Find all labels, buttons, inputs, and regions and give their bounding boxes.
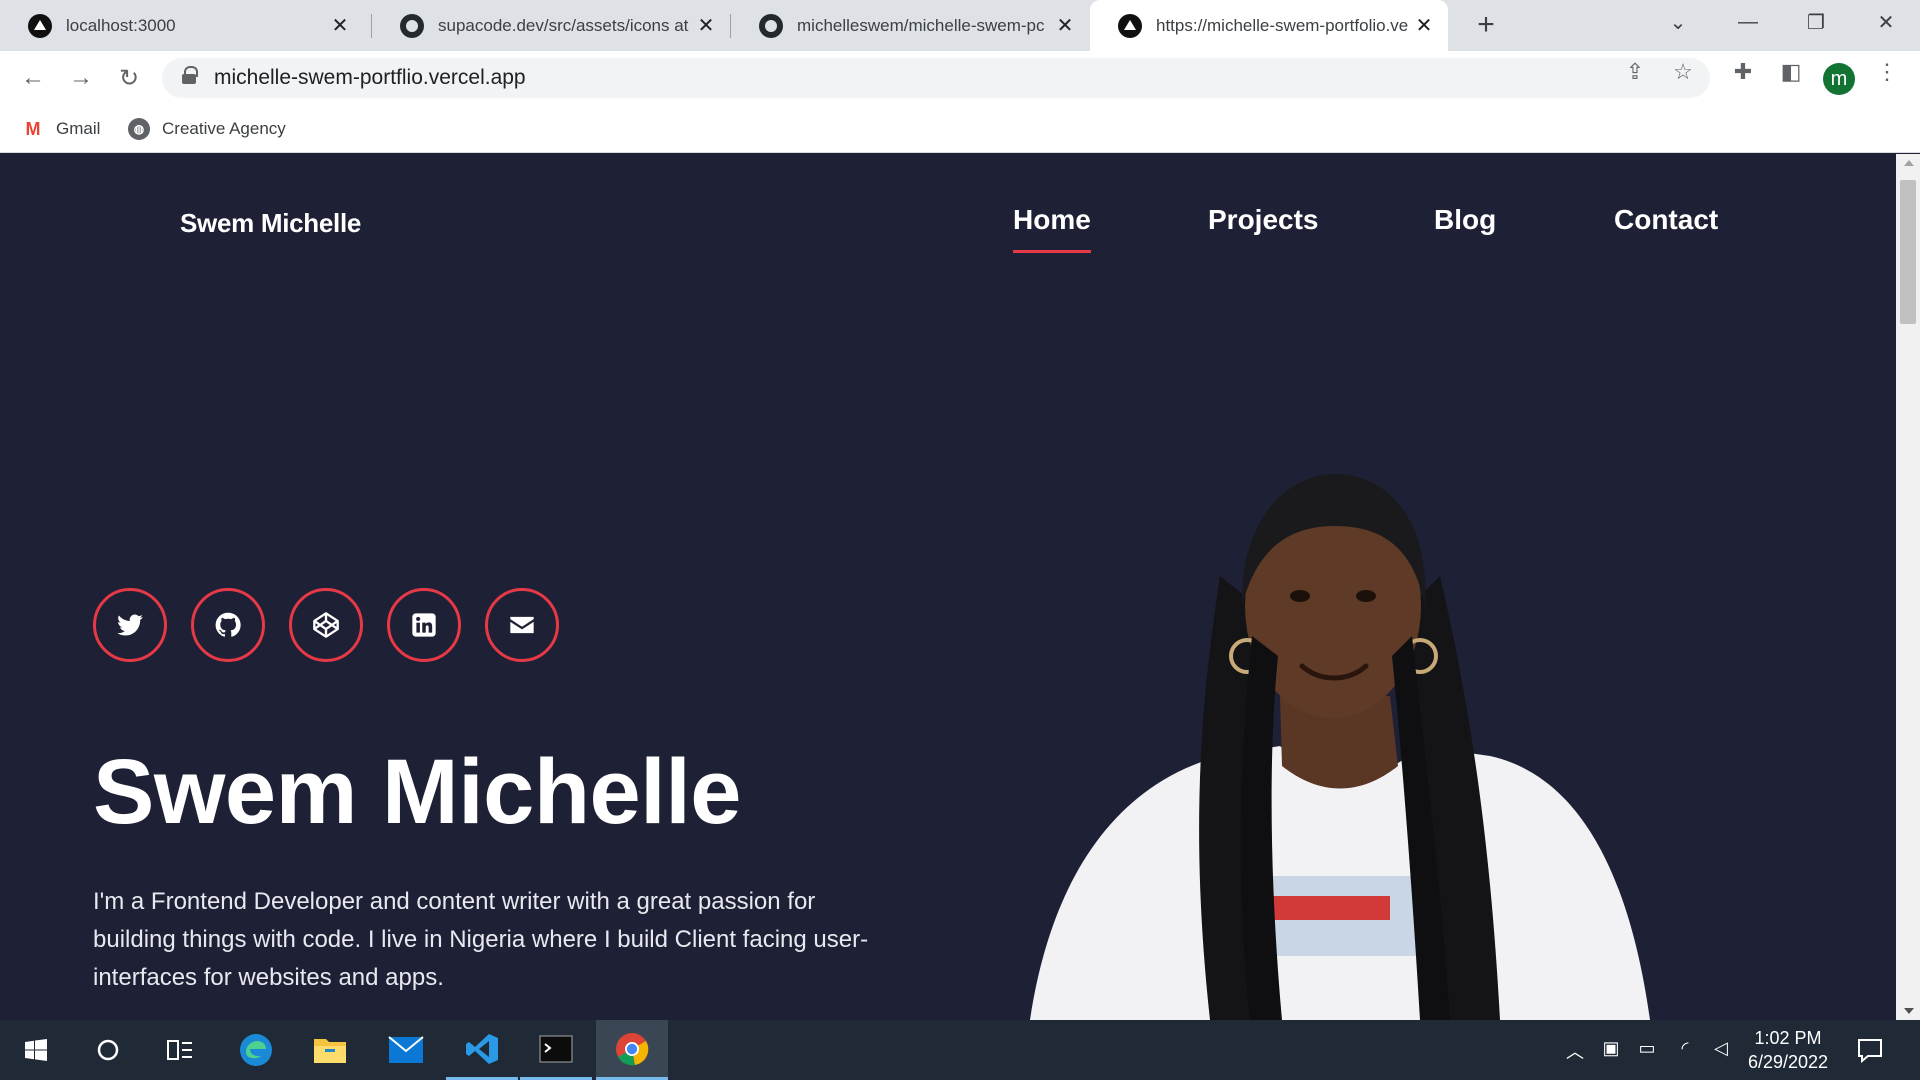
file-explorer-icon [314,1039,346,1063]
github-link[interactable] [191,588,265,662]
page-scrollbar[interactable] [1896,154,1920,1020]
hero-bio: I'm a Frontend Developer and content wri… [93,888,869,991]
gmail-icon: M [25,118,41,139]
edge-icon [240,1034,272,1066]
scroll-up-arrow-icon[interactable] [1904,160,1914,166]
social-links [93,588,559,662]
site-navigation: Home Projects Blog Contact [0,204,1896,253]
window-close-icon[interactable]: ✕ [1858,0,1914,44]
back-arrow-icon[interactable]: ← [16,61,50,95]
scroll-thumb[interactable] [1900,180,1916,324]
chrome-button[interactable] [596,1020,668,1080]
tab-title: https://michelle-swem-portfolio.ve [1156,15,1409,35]
meet-now-icon[interactable]: ▣ [1596,1038,1626,1059]
task-view-icon [167,1040,192,1060]
linkedin-icon [412,613,436,637]
clock-date: 6/29/2022 [1747,1052,1829,1072]
battery-icon[interactable]: ▭ [1632,1038,1662,1059]
twitter-link[interactable] [93,588,167,662]
tab-michelleswem-repo[interactable]: michelleswem/michelle-swem-pc ✕ [731,0,1089,51]
forward-arrow-icon[interactable]: → [64,61,98,95]
vercel-triangle-icon [28,13,52,38]
bookmark-gmail[interactable]: M Gmail [22,115,101,143]
tab-search-chevron-icon[interactable]: ⌄ [1650,0,1706,44]
page-viewport: Swem Michelle Home Projects Blog Contact… [0,154,1896,1020]
close-icon[interactable]: ✕ [1414,13,1434,38]
show-hidden-icons-chevron-icon[interactable]: ︿ [1560,1038,1590,1064]
bookmarks-bar: M Gmail ◍ Creative Agency [0,105,1920,153]
mail-button[interactable] [370,1020,442,1080]
close-icon[interactable]: ✕ [696,13,716,38]
envelope-icon [510,616,534,634]
nav-contact[interactable]: Contact [1614,204,1718,236]
bookmark-label: Gmail [56,119,101,138]
address-bar[interactable]: michelle-swem-portflio.vercel.app [162,58,1710,98]
url-text[interactable]: michelle-swem-portflio.vercel.app [214,66,526,90]
start-button[interactable] [0,1020,72,1080]
wifi-icon[interactable]: ◜ [1670,1038,1700,1059]
bookmark-creative-agency[interactable]: ◍ Creative Agency [128,115,286,143]
task-view-button[interactable] [144,1020,216,1080]
cortana-button[interactable] [72,1020,144,1080]
cortana-icon [97,1039,119,1061]
windows-start-icon [25,1039,47,1061]
share-icon[interactable]: ⇪ [1618,59,1652,85]
nav-home[interactable]: Home [1013,204,1091,253]
github-icon [759,13,783,38]
browser-tab-strip: localhost:3000 ✕ supacode.dev/src/assets… [0,0,1920,51]
new-tab-button[interactable]: + [1468,8,1504,42]
vercel-triangle-icon [1118,13,1142,38]
profile-avatar[interactable]: m [1823,63,1855,95]
globe-icon: ◍ [128,118,150,140]
nav-blog[interactable]: Blog [1434,204,1496,236]
browser-toolbar: ← → ↻ michelle-swem-portflio.vercel.app … [0,51,1920,105]
side-panel-icon[interactable]: ◧ [1774,59,1808,85]
tab-title: localhost:3000 [66,15,176,35]
restore-icon[interactable]: ❐ [1788,0,1844,44]
tab-title: michelleswem/michelle-swem-pc [797,15,1045,35]
codepen-icon [313,612,339,638]
volume-icon[interactable]: ◁ [1706,1038,1736,1059]
terminal-button[interactable] [520,1020,592,1080]
edge-button[interactable] [220,1020,292,1080]
minimize-icon[interactable]: — [1720,0,1776,44]
close-icon[interactable]: ✕ [1055,13,1075,38]
twitter-icon [117,614,143,636]
close-icon[interactable]: ✕ [330,13,350,38]
email-link[interactable] [485,588,559,662]
bookmark-star-icon[interactable]: ☆ [1666,59,1700,85]
reload-icon[interactable]: ↻ [112,61,146,95]
codepen-link[interactable] [289,588,363,662]
tab-title: supacode.dev/src/assets/icons at [438,15,689,35]
notification-center-icon[interactable] [1856,1036,1884,1064]
chrome-icon [616,1032,649,1065]
terminal-icon [539,1035,573,1062]
profile-photo [1030,474,1650,1020]
file-explorer-button[interactable] [294,1020,366,1080]
kebab-menu-icon[interactable]: ⋮ [1870,59,1904,85]
vscode-icon [466,1033,498,1064]
scroll-down-arrow-icon[interactable] [1904,1008,1914,1014]
lock-icon[interactable] [182,66,198,85]
system-clock[interactable]: 1:02 PM 6/29/2022 [1740,1026,1836,1074]
vscode-button[interactable] [446,1020,518,1080]
windows-taskbar: ︿ ▣ ▭ ◜ ◁ 1:02 PM 6/29/2022 [0,1020,1920,1080]
clock-time: 1:02 PM [1754,1028,1822,1048]
tab-portfolio[interactable]: https://michelle-swem-portfolio.ve ✕ [1090,0,1448,51]
hero-name: Swem Michelle [93,741,741,843]
tab-localhost[interactable]: localhost:3000 ✕ [0,0,364,51]
bookmark-label: Creative Agency [162,119,286,138]
tab-supacode[interactable]: supacode.dev/src/assets/icons at ✕ [372,0,730,51]
mail-icon [388,1036,424,1063]
nav-projects[interactable]: Projects [1208,204,1319,236]
linkedin-link[interactable] [387,588,461,662]
github-icon [215,612,241,637]
github-icon [400,13,424,38]
extensions-puzzle-icon[interactable]: ✚ [1726,59,1760,85]
